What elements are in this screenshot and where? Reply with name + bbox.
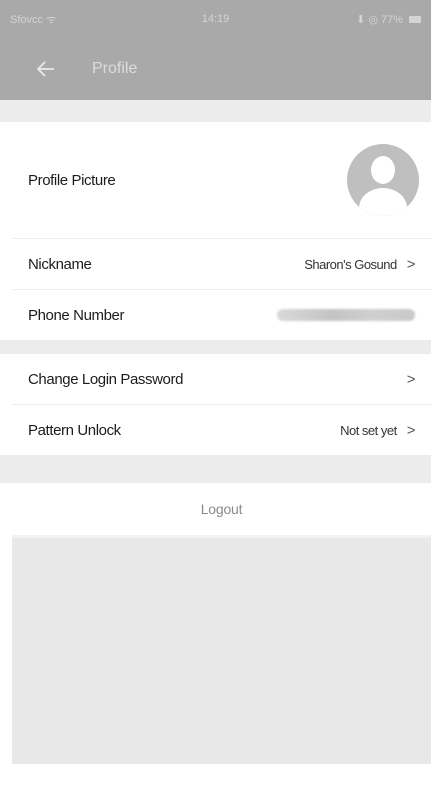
pattern-unlock-row[interactable]: Pattern Unlock Not set yet > [12, 405, 431, 455]
change-password-row[interactable]: Change Login Password > [12, 354, 431, 404]
phone-number-label: Phone Number [28, 306, 125, 324]
phone-number-redacted [277, 309, 415, 321]
user-avatar-icon[interactable] [347, 144, 419, 216]
empty-area [12, 538, 431, 764]
change-password-label: Change Login Password [28, 370, 184, 388]
nickname-value: Sharon's Gosund [304, 256, 397, 272]
logout-button[interactable]: Logout [12, 483, 431, 535]
section-gap [0, 100, 431, 122]
bottom-strip [12, 764, 431, 805]
status-bar: Sfovcc ᯤ 14:19 ⬇ ◎ 77% [0, 0, 431, 38]
left-edge [0, 100, 12, 805]
profile-picture-row[interactable]: Profile Picture [12, 122, 431, 238]
phone-number-row: Phone Number [12, 290, 431, 340]
section-gap [0, 340, 431, 354]
nav-bar: Profile [0, 38, 431, 100]
chevron-right-icon: > [406, 421, 416, 439]
pattern-unlock-label: Pattern Unlock [28, 421, 121, 439]
section-gap [0, 455, 431, 483]
back-arrow-icon[interactable] [34, 57, 58, 81]
page-title: Profile [92, 60, 138, 77]
chevron-right-icon: > [406, 255, 416, 273]
nickname-label: Nickname [28, 255, 92, 273]
profile-picture-label: Profile Picture [28, 171, 116, 189]
pattern-unlock-value: Not set yet [340, 422, 397, 438]
chevron-right-icon: > [406, 370, 416, 388]
nickname-row[interactable]: Nickname Sharon's Gosund > [12, 239, 431, 289]
status-time: 14:19 [201, 13, 230, 25]
